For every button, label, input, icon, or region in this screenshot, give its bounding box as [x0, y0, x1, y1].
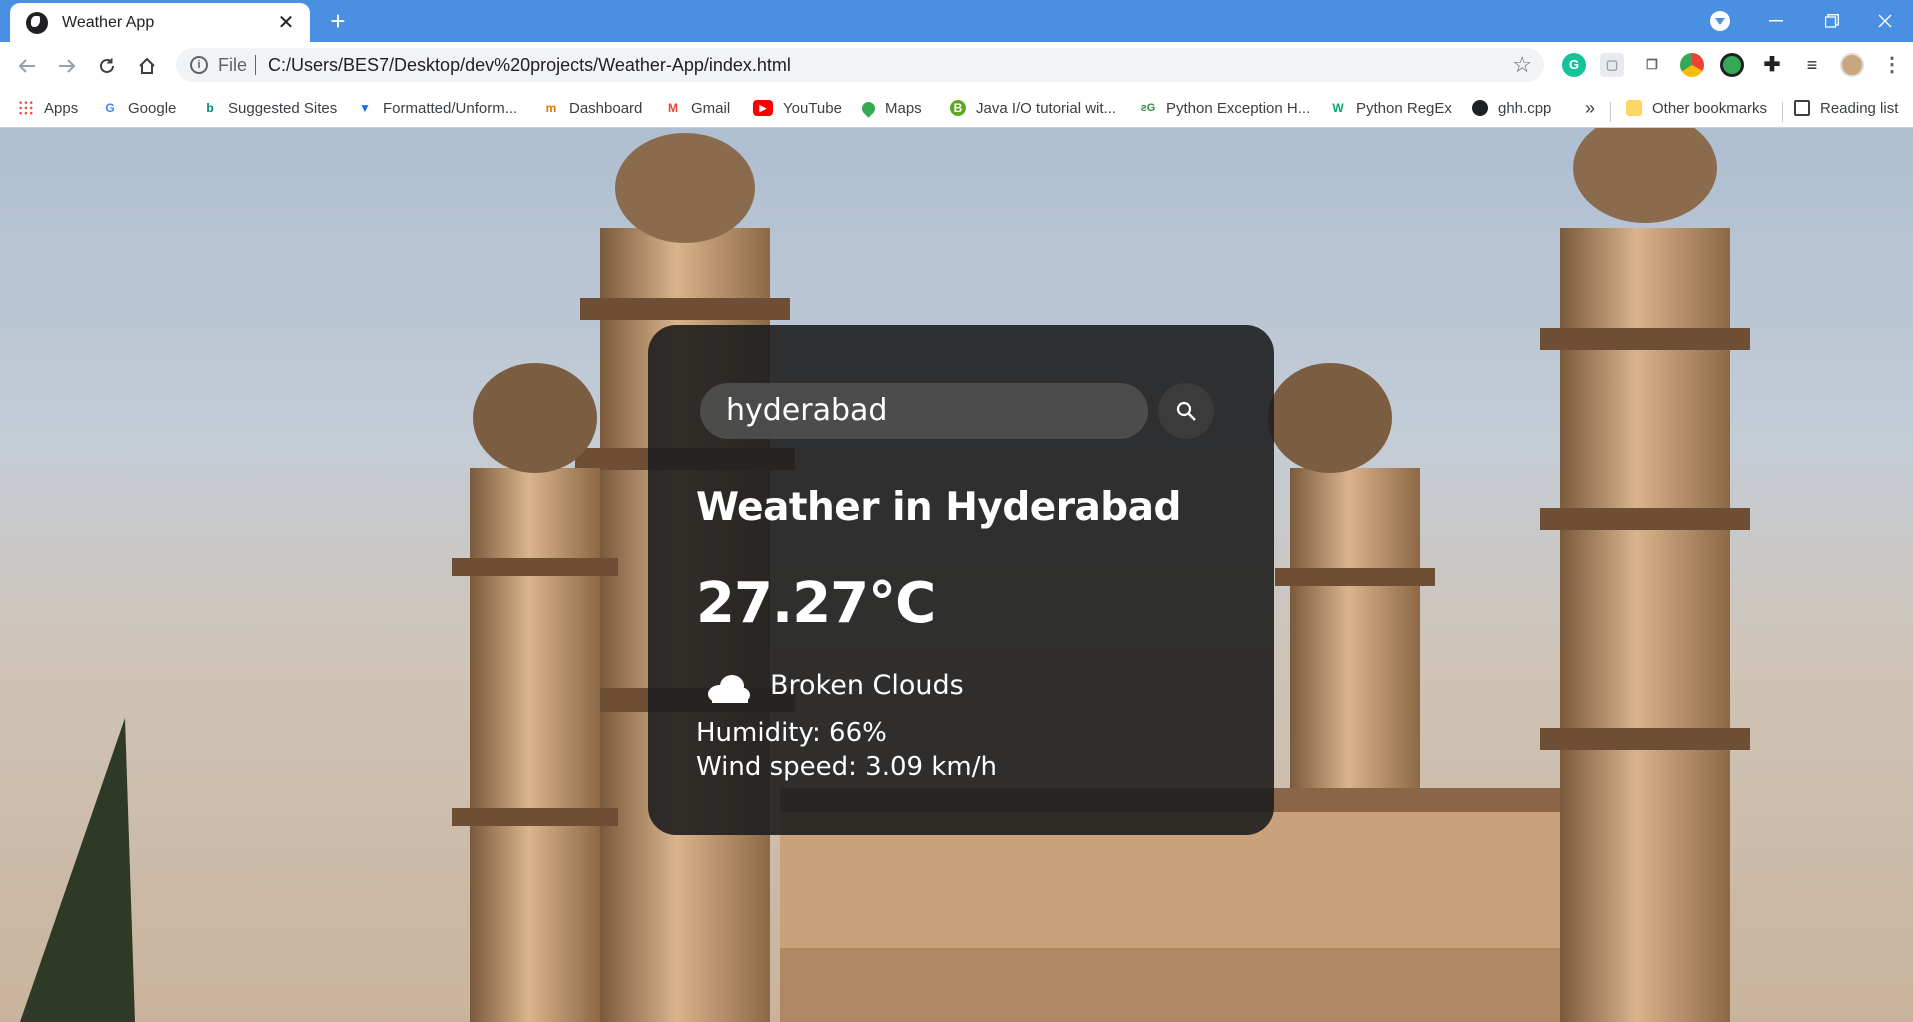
apps-grid-icon	[18, 100, 34, 116]
bookmarks-overflow-button[interactable]: »	[1585, 96, 1595, 120]
file-scheme-label: File	[218, 54, 248, 75]
bookmark-python-exception[interactable]: ƨG Python Exception H...	[1140, 96, 1310, 120]
bookmark-label: Reading list	[1820, 99, 1899, 117]
bookmark-label: Maps	[885, 99, 922, 117]
bookmarks-bar: Apps G Google b Suggested Sites ▼ Format…	[0, 88, 1913, 128]
bookmark-label: Gmail	[691, 99, 731, 117]
bookmark-dashboard[interactable]: m Dashboard	[543, 96, 642, 120]
bing-icon: b	[202, 100, 218, 116]
city-heading: Weather in Hyderabad	[696, 485, 1181, 530]
minimize-icon	[1769, 20, 1783, 22]
bookmark-label: Java I/O tutorial wit...	[976, 99, 1117, 117]
bookmark-label: Google	[128, 99, 177, 117]
temperature: 27.27°C	[696, 571, 936, 636]
grammarly-icon[interactable]: G	[1562, 53, 1586, 77]
bookmark-label: Other bookmarks	[1652, 99, 1768, 117]
forward-button[interactable]	[52, 51, 82, 81]
bookmark-label: ghh.cpp	[1498, 99, 1552, 117]
info-icon[interactable]: i	[190, 56, 208, 74]
w3-icon: W	[1330, 100, 1346, 116]
reload-button[interactable]	[92, 51, 122, 81]
reload-icon	[100, 58, 114, 73]
new-tab-button[interactable]: +	[323, 6, 353, 36]
reading-list[interactable]: Reading list	[1794, 96, 1898, 120]
humidity-text: Humidity: 66%	[696, 718, 887, 748]
media-queue-icon[interactable]: ≡	[1800, 53, 1824, 77]
bookmark-formatted[interactable]: ▼ Formatted/Unform...	[357, 96, 517, 120]
menu-kebab-icon[interactable]: ⋮	[1880, 53, 1904, 77]
bookmark-java-io[interactable]: B Java I/O tutorial wit...	[950, 96, 1116, 120]
globe-icon	[1472, 100, 1488, 116]
globe-icon	[26, 11, 48, 34]
bookmark-python-regex[interactable]: W Python RegEx	[1330, 96, 1452, 120]
gmail-icon: M	[665, 100, 681, 116]
close-icon	[1878, 14, 1892, 28]
bookmark-google[interactable]: G Google	[102, 96, 176, 120]
copy-extension-icon[interactable]: ❐	[1640, 53, 1664, 77]
bookmark-label: Dashboard	[569, 99, 643, 117]
home-button[interactable]	[132, 51, 162, 81]
url-text[interactable]: C:/Users/BES7/Desktop/dev%20projects/Wea…	[268, 55, 1512, 76]
dashboard-icon: m	[543, 100, 559, 116]
extension-box-icon[interactable]: ▢	[1600, 53, 1624, 77]
omnibox-divider	[255, 55, 257, 75]
bookmark-ghh-cpp[interactable]: ghh.cpp	[1472, 96, 1551, 120]
restore-icon	[1825, 14, 1839, 28]
close-tab-icon[interactable]: ✕	[276, 10, 296, 35]
browser-toolbar: i File C:/Users/BES7/Desktop/dev%20proje…	[0, 42, 1913, 88]
funnel-icon: ▼	[357, 100, 373, 116]
title-bar: Weather App ✕ +	[0, 0, 1913, 42]
address-bar[interactable]: i File C:/Users/BES7/Desktop/dev%20proje…	[176, 48, 1544, 82]
search-button[interactable]	[1158, 383, 1214, 439]
city-search-input[interactable]: hyderabad	[700, 383, 1148, 439]
bookmark-label: YouTube	[783, 99, 842, 117]
avatar[interactable]	[1840, 53, 1864, 77]
close-window-button[interactable]	[1857, 0, 1913, 42]
weather-card: hyderabad Weather in Hyderabad 27.27°C B…	[648, 325, 1274, 835]
bookmark-youtube[interactable]: ▶ YouTube	[753, 96, 842, 120]
tab-search-icon[interactable]	[1710, 11, 1730, 31]
geeks-icon: ƨG	[1140, 100, 1156, 116]
home-icon	[139, 57, 155, 74]
bookmark-label: Python RegEx	[1356, 99, 1452, 117]
youtube-icon: ▶	[753, 100, 773, 116]
restore-button[interactable]	[1804, 0, 1860, 42]
bookmark-star-icon[interactable]: ☆	[1512, 52, 1532, 78]
reading-list-icon	[1794, 100, 1810, 116]
timer-extension-icon[interactable]	[1720, 53, 1744, 77]
bookmark-label: Apps	[44, 99, 79, 117]
minimize-button[interactable]	[1748, 0, 1804, 42]
bookmark-maps[interactable]: Maps	[859, 96, 922, 120]
back-arrow-icon	[18, 59, 35, 73]
tab-weather-app[interactable]: Weather App ✕	[10, 3, 310, 42]
weather-description: Broken Clouds	[770, 670, 964, 701]
wind-speed-text: Wind speed: 3.09 km/h	[696, 752, 997, 782]
bookmark-gmail[interactable]: M Gmail	[665, 96, 730, 120]
folder-icon	[1626, 100, 1642, 116]
forward-arrow-icon	[59, 59, 76, 73]
bookmarks-divider	[1610, 102, 1611, 122]
bookmark-suggested-sites[interactable]: b Suggested Sites	[202, 96, 337, 120]
puzzle-extensions-icon[interactable]: ✚	[1760, 53, 1784, 77]
other-bookmarks[interactable]: Other bookmarks	[1626, 96, 1767, 120]
search-icon	[1176, 401, 1196, 421]
bookmark-label: Formatted/Unform...	[383, 99, 518, 117]
bookmarks-divider	[1782, 102, 1783, 122]
bookmark-apps[interactable]: Apps	[18, 96, 78, 120]
tab-title: Weather App	[62, 13, 155, 31]
chrome-extension-icon[interactable]	[1680, 53, 1704, 77]
bookmark-label: Python Exception H...	[1166, 99, 1311, 117]
google-icon: G	[102, 100, 118, 116]
back-button[interactable]	[12, 51, 42, 81]
bookmark-label: Suggested Sites	[228, 99, 338, 117]
b-circle-icon: B	[950, 100, 966, 116]
maps-pin-icon	[859, 98, 878, 118]
page-background: hyderabad Weather in Hyderabad 27.27°C B…	[0, 128, 1913, 1022]
cloud-icon	[708, 675, 750, 703]
